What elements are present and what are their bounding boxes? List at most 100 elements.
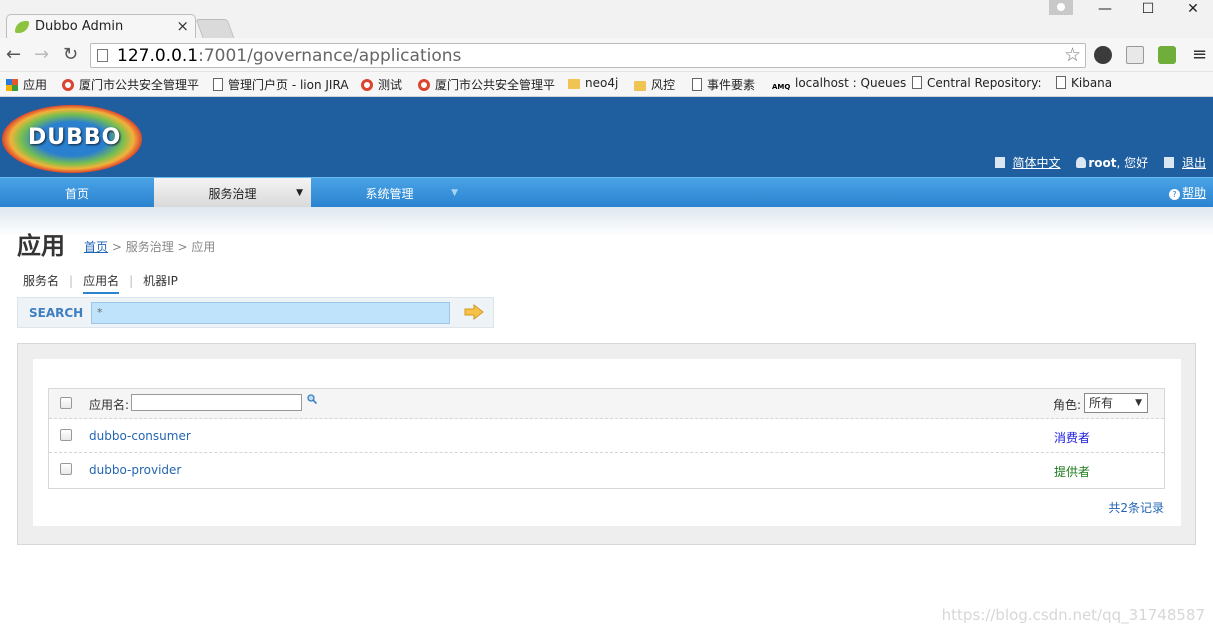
close-window-button[interactable]: ✕ (1170, 0, 1213, 18)
bookmark-item[interactable]: 管理门户页 - lion JIRA (213, 76, 349, 93)
tab-title: Dubbo Admin (35, 19, 124, 34)
tab-machine-ip[interactable]: 机器IP (143, 272, 178, 292)
menu-icon[interactable]: ≡ (1192, 45, 1207, 65)
breadcrumb-home-link[interactable]: 首页 (84, 240, 108, 254)
select-all-checkbox[interactable] (60, 397, 72, 409)
red-circle-icon (361, 79, 373, 91)
logout-label: 退出 (1181, 156, 1206, 170)
page-icon (692, 78, 702, 91)
bookmark-item[interactable]: Kibana (1056, 76, 1112, 90)
watermark: https://blog.csdn.net/qq_31748587 (941, 606, 1205, 624)
main-menu: 首页 服务治理 ▼ 系统管理 ▼ ? 帮助 (0, 177, 1213, 208)
tab-separator: | (129, 274, 134, 288)
applications-table: 应用名: 角色: 所有 ▼ dubbo-consumer 消费者 dubbo-p… (48, 388, 1165, 489)
menu-service-governance[interactable]: 服务治理 ▼ (154, 178, 311, 208)
table-header: 应用名: 角色: 所有 ▼ (49, 389, 1164, 419)
bookmark-item[interactable]: 厦门市公共安全管理平 (418, 76, 555, 93)
menu-home[interactable]: 首页 (0, 178, 154, 208)
breadcrumb-rest: > 服务治理 > 应用 (108, 240, 216, 254)
amq-icon: AMQ (772, 83, 791, 91)
folder-icon (634, 81, 646, 91)
menu-system-management[interactable]: 系统管理 ▼ (311, 178, 468, 208)
search-input[interactable]: * (91, 302, 450, 324)
app-name-link[interactable]: dubbo-consumer (89, 429, 191, 443)
bookmark-label: 风控 (651, 78, 676, 92)
search-label: SEARCH (29, 306, 84, 320)
address-bar-row: ← → ↻ 127.0.0.1:7001/governance/applicat… (0, 38, 1213, 72)
dubbo-logo[interactable]: DUBBO (2, 105, 142, 173)
role-value: 消费者 (1054, 431, 1091, 445)
tab-service-name[interactable]: 服务名 (23, 272, 59, 292)
url-host: 127.0.0.1 (117, 46, 199, 66)
role-header: 角色: (1053, 398, 1082, 412)
bookmark-label: 测试 (378, 78, 403, 92)
bookmark-item[interactable]: 事件要素 (692, 76, 755, 93)
bookmark-item[interactable]: AMQ localhost : Queues (772, 76, 906, 95)
document-icon (994, 157, 1005, 168)
dropdown-caret-icon: ▼ (296, 188, 303, 198)
extension-leaf-icon[interactable] (1158, 46, 1176, 64)
row-checkbox[interactable] (60, 463, 72, 475)
bookmark-label: 厦门市公共安全管理平 (435, 78, 556, 92)
new-tab-button[interactable] (195, 19, 235, 38)
bookmark-item[interactable]: 应用 (6, 76, 47, 93)
minimize-button[interactable]: — (1082, 0, 1128, 18)
row-checkbox[interactable] (60, 429, 72, 441)
page-icon (1056, 76, 1066, 89)
menu-service-governance-label: 服务治理 (208, 187, 257, 201)
logout-icon (1163, 157, 1174, 168)
red-circle-icon (418, 79, 430, 91)
role-select[interactable]: 所有 ▼ (1084, 393, 1148, 413)
browser-title-bar: Dubbo Admin × — ☐ ✕ (0, 0, 1213, 39)
browser-tab[interactable]: Dubbo Admin × (6, 14, 196, 39)
help-link[interactable]: ? 帮助 (1168, 178, 1206, 208)
search-icon[interactable] (307, 394, 317, 404)
url-field[interactable]: 127.0.0.1:7001/governance/applications ☆ (90, 43, 1086, 68)
chevron-down-icon: ▼ (1135, 398, 1142, 408)
extension-e-icon[interactable] (1094, 46, 1112, 64)
role-value: 提供者 (1054, 465, 1091, 479)
maximize-button[interactable]: ☐ (1125, 0, 1171, 18)
logo-text: DUBBO (28, 125, 122, 150)
bookmark-star-icon[interactable]: ☆ (1064, 44, 1081, 66)
bookmark-item[interactable]: 厦门市公共安全管理平 (62, 76, 199, 93)
tab-application-name[interactable]: 应用名 (83, 272, 120, 294)
bookmark-item[interactable]: Central Repository: (912, 76, 1042, 90)
page-icon (213, 78, 223, 91)
app-name-filter-input[interactable] (131, 394, 302, 411)
bookmark-label: 应用 (23, 78, 48, 92)
forward-arrow-icon[interactable]: → (34, 45, 49, 65)
menu-shadow (0, 207, 1213, 237)
bookmarks-bar: 应用 厦门市公共安全管理平 管理门户页 - lion JIRA 测试 厦门市公共… (0, 72, 1213, 97)
username: root (1088, 156, 1117, 170)
extension-ie-icon[interactable] (1126, 46, 1144, 64)
app-name-link[interactable]: dubbo-provider (89, 463, 181, 477)
arrow-right-icon[interactable] (464, 304, 484, 320)
folder-icon (568, 79, 580, 89)
record-count: 共2条记录 (1108, 501, 1164, 515)
bookmark-label: 事件要素 (707, 78, 756, 92)
greeting: , 您好 (1116, 156, 1149, 170)
profile-icon[interactable] (1049, 0, 1073, 15)
table-row: dubbo-provider 提供者 (49, 453, 1164, 487)
user-info: root, 您好 (1070, 156, 1148, 170)
table-row: dubbo-consumer 消费者 (49, 419, 1164, 453)
app-name-header: 应用名: (89, 398, 130, 412)
help-label: 帮助 (1181, 186, 1206, 200)
search-type-tabs: 服务名 | 应用名 | 机器IP (23, 272, 178, 294)
bookmark-item[interactable]: neo4j (568, 76, 618, 90)
bookmark-item[interactable]: 风控 (634, 76, 675, 93)
tab-close-icon[interactable]: × (176, 17, 189, 35)
back-arrow-icon[interactable]: ← (6, 45, 21, 65)
user-icon (1076, 157, 1087, 168)
bookmark-label: 厦门市公共安全管理平 (79, 78, 200, 92)
bookmark-item[interactable]: 测试 (361, 76, 402, 93)
page-icon (912, 76, 922, 89)
language-link[interactable]: 简体中文 (989, 156, 1061, 170)
role-select-value: 所有 (1089, 396, 1114, 410)
url-text: 127.0.0.1:7001/governance/applications (117, 46, 461, 66)
menu-system-management-label: 系统管理 (365, 187, 414, 201)
reload-icon[interactable]: ↻ (63, 45, 78, 65)
bookmark-label: localhost : Queues (795, 76, 907, 90)
logout-link[interactable]: 退出 (1158, 156, 1206, 170)
